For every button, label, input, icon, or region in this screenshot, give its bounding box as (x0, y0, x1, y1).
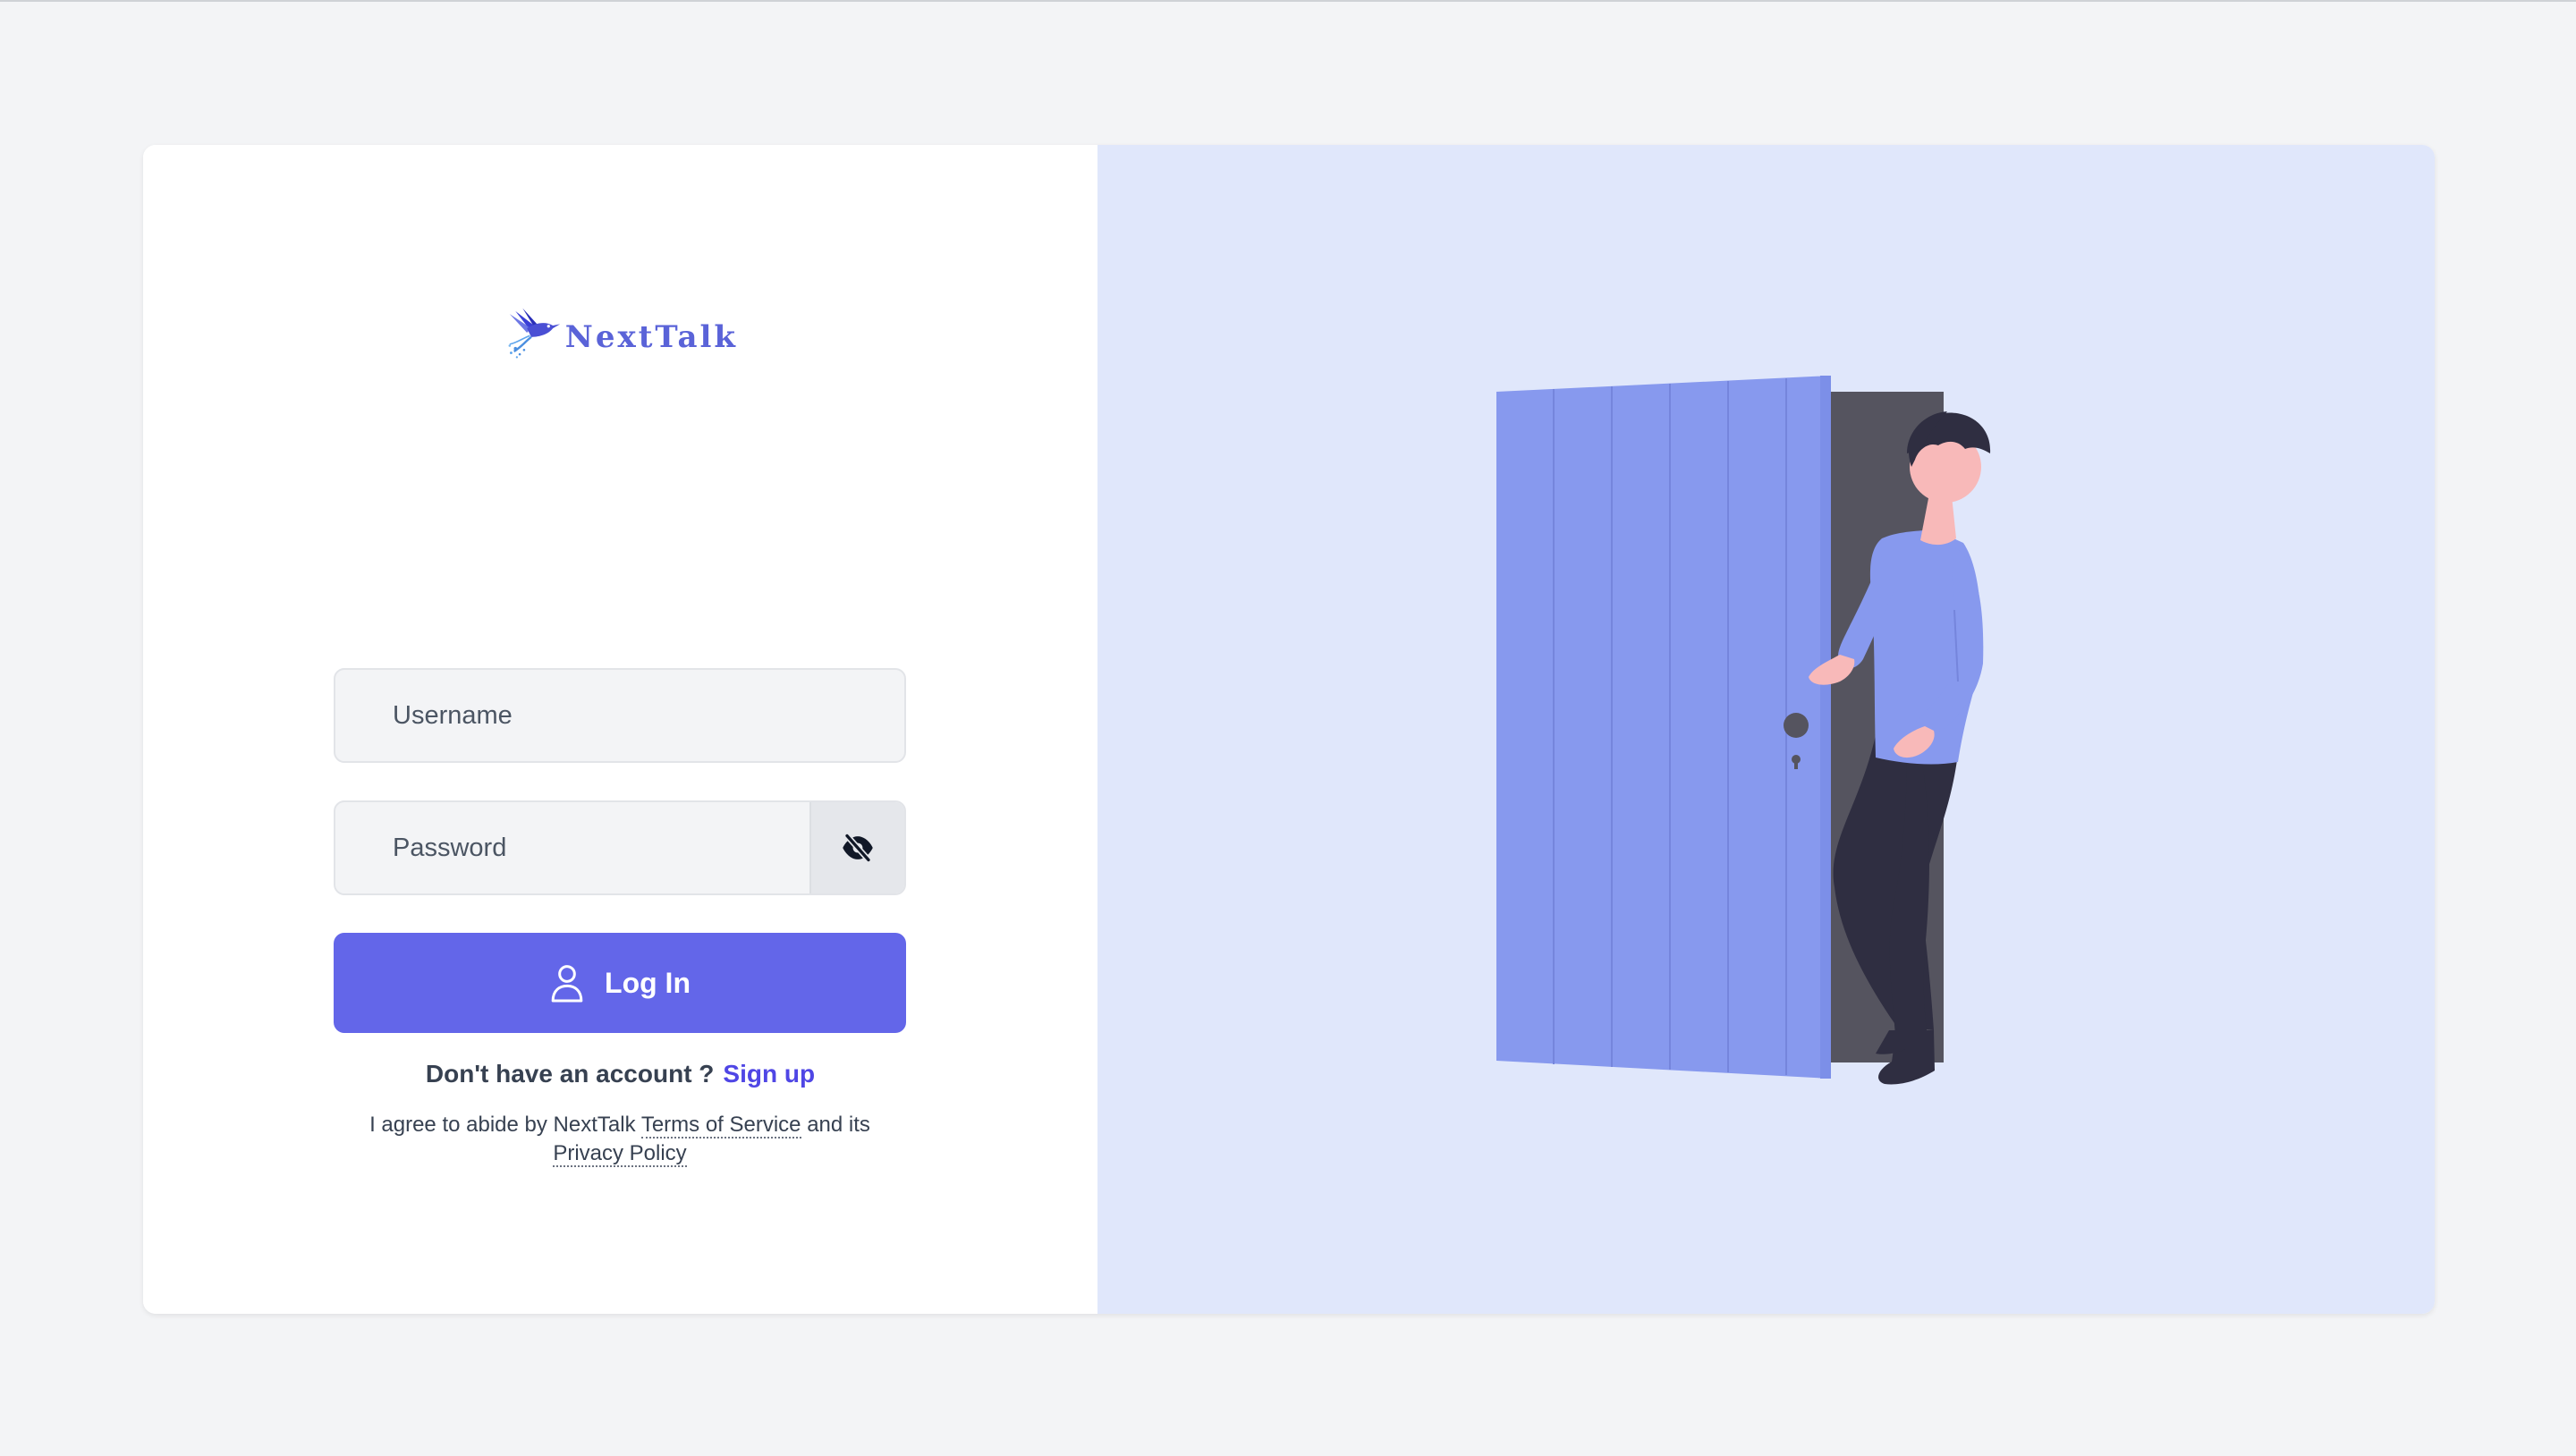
password-field[interactable] (334, 800, 906, 895)
person-opening-door-illustration (1496, 376, 1991, 1085)
illustration-panel (1097, 145, 2435, 1314)
signup-prompt: Don't have an account ? Sign up (143, 1060, 1097, 1088)
toggle-password-visibility-button[interactable] (809, 802, 904, 893)
terms-middle: and its (807, 1113, 870, 1137)
login-card: NextTalk Log In for NextTalk Log I (143, 145, 2435, 1314)
password-input[interactable] (335, 802, 809, 893)
username-field[interactable] (334, 668, 906, 763)
terms-notice: I agree to abide by NextTalk Terms of Se… (352, 1111, 888, 1168)
brand-logo: NextTalk (505, 297, 738, 368)
login-button-label: Log In (605, 966, 691, 999)
terms-prefix: I agree to abide by NextTalk (369, 1113, 636, 1137)
signup-link[interactable]: Sign up (723, 1060, 815, 1088)
user-icon (551, 965, 583, 1003)
login-button[interactable]: Log In (334, 933, 906, 1033)
brand-name: NextTalk (564, 319, 738, 355)
username-input[interactable] (335, 670, 904, 761)
hummingbird-logo-icon (508, 308, 561, 359)
terms-of-service-link[interactable]: Terms of Service (640, 1113, 801, 1139)
privacy-policy-link[interactable]: Privacy Policy (553, 1141, 687, 1167)
signup-prompt-text: Don't have an account ? (425, 1060, 715, 1088)
login-panel: NextTalk Log In for NextTalk Log I (143, 145, 1097, 1314)
eye-slash-icon (843, 833, 873, 863)
